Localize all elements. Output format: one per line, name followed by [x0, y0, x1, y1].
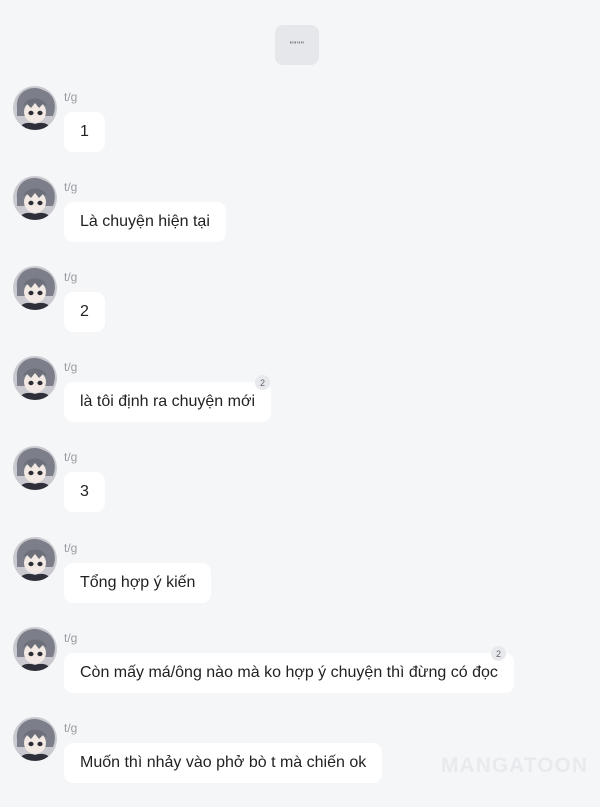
message-bubble[interactable]: Muốn thì nhảy vào phở bò t mà chiến ok	[64, 743, 383, 783]
chat-message: t/g Còn mấy má/ông nào mà ko hợp ý chuyệ…	[0, 627, 600, 717]
avatar[interactable]	[13, 717, 57, 761]
avatar-image	[13, 717, 57, 761]
sender-name: t/g	[64, 90, 78, 104]
message-bubble[interactable]: là tôi định ra chuyện mới	[64, 382, 272, 422]
chat-message: t/g 1	[0, 86, 600, 176]
chat-message: t/g là tôi định ra chuyện mới 2	[0, 356, 600, 446]
reaction-count-badge[interactable]: 2	[255, 375, 270, 390]
message-bubble[interactable]: 3	[64, 472, 105, 512]
avatar-image	[13, 356, 57, 400]
avatar-image	[13, 86, 57, 130]
sender-name: t/g	[64, 721, 78, 735]
avatar-image	[13, 446, 57, 490]
sender-name: t/g	[64, 541, 78, 555]
message-bubble[interactable]: Tổng hợp ý kiến	[64, 563, 212, 603]
avatar[interactable]	[13, 446, 57, 490]
watermark-logo: MANGATOON	[441, 754, 589, 777]
avatar[interactable]	[13, 86, 57, 130]
message-bubble[interactable]: 2	[64, 292, 105, 332]
chat-message: t/g Là chuyện hiện tại	[0, 176, 600, 266]
sender-name: t/g	[64, 270, 78, 284]
chat-message: t/g 3	[0, 446, 600, 536]
avatar[interactable]	[13, 176, 57, 220]
message-bubble[interactable]: Là chuyện hiện tại	[64, 202, 226, 242]
sender-name: t/g	[64, 360, 78, 374]
reaction-count-badge[interactable]: 2	[491, 646, 506, 661]
chat-message: t/g 2	[0, 266, 600, 356]
chat-message: t/g Tổng hợp ý kiến	[0, 537, 600, 627]
avatar[interactable]	[13, 537, 57, 581]
avatar-image	[13, 627, 57, 671]
avatar-image	[13, 537, 57, 581]
message-bubble[interactable]: 1	[64, 112, 105, 152]
sender-name: t/g	[64, 180, 78, 194]
avatar-image	[13, 176, 57, 220]
avatar-image	[13, 266, 57, 310]
message-bubble[interactable]: Còn mấy má/ông nào mà ko hợp ý chuyện th…	[64, 653, 514, 693]
top-pill[interactable]: """"	[275, 25, 319, 65]
avatar[interactable]	[13, 356, 57, 400]
avatar[interactable]	[13, 627, 57, 671]
avatar[interactable]	[13, 266, 57, 310]
sender-name: t/g	[64, 450, 78, 464]
sender-name: t/g	[64, 631, 78, 645]
